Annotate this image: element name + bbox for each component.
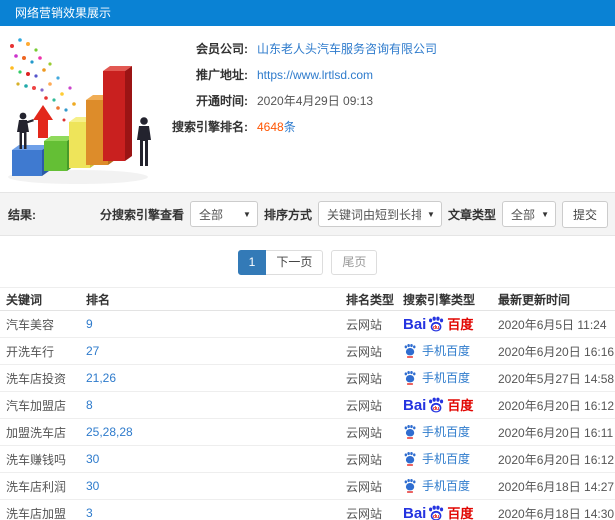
keyword-cell: 汽车美容 [0,310,80,338]
mobile-baidu-logo: 手机百度 [403,477,470,494]
table-row: 洗车店加盟 3 云网站 Bai du 百度 2020年6月18日 14:30 [0,499,615,520]
header-engine-type: 搜索引擎类型 [397,287,492,311]
keyword-cell: 洗车赚钱吗 [0,445,80,473]
rank-type-cell: 云网站 [340,310,397,338]
updated-cell: 2020年6月18日 14:30 [492,499,615,520]
header-rank-type: 排名类型 [340,287,397,311]
promo-url-link[interactable]: https://www.lrtlsd.com [257,62,373,88]
updated-cell: 2020年5月27日 14:58 [492,364,615,392]
filter-bar: 结果: 分搜索引擎查看 全部 ▼ 排序方式 关键词由短到长排序 ▼ 文章类型 全… [0,192,615,236]
open-time-value: 2020年4月29日 09:13 [257,94,374,108]
keyword-table: 关键词 排名 排名类型 搜索引擎类型 最新更新时间 汽车美容 9 云网站 Bai… [0,287,615,520]
engine-filter-label: 分搜索引擎查看 [99,207,184,222]
table-row: 洗车赚钱吗 30 云网站 手机百度 2020年6月20日 16:12 [0,445,615,473]
updated-cell: 2020年6月18日 14:27 [492,472,615,500]
rank-link[interactable]: 8 [86,398,93,412]
updated-cell: 2020年6月20日 16:12 [492,445,615,473]
keyword-cell: 汽车加盟店 [0,391,80,419]
submit-button[interactable]: 提交 [561,200,608,228]
last-page-button[interactable]: 尾页 [331,250,378,275]
rank-type-cell: 云网站 [340,391,397,419]
rank-type-cell: 云网站 [340,472,397,500]
engine-rank-count: 4648 [257,120,284,134]
rank-type-cell: 云网站 [340,499,397,520]
rank-link[interactable]: 30 [86,452,99,466]
mobile-baidu-logo: 手机百度 [403,342,470,359]
svg-text:du: du [433,406,439,412]
member-company-row: 会员公司: 山东老人头汽车服务咨询有限公司 [162,36,615,62]
rank-type-cell: 云网站 [340,418,397,446]
member-company-link[interactable]: 山东老人头汽车服务咨询有限公司 [257,36,437,62]
table-row: 洗车店投资 21,26 云网站 手机百度 2020年5月27日 14:58 [0,364,615,392]
mobile-baidu-logo: 手机百度 [403,423,470,440]
table-row: 洗车店利润 30 云网站 手机百度 2020年6月18日 14:27 [0,472,615,500]
chevron-down-icon: ▼ [427,209,435,219]
table-row: 加盟洗车店 25,28,28 云网站 手机百度 2020年6月20日 16:11 [0,418,615,446]
table-row: 汽车美容 9 云网站 Bai du 百度 2020年6月5日 11:24 [0,310,615,338]
rank-link[interactable]: 25,28,28 [86,425,133,439]
next-page-button[interactable]: 下一页 [266,250,324,275]
sort-select[interactable]: 关键词由短到长排序 ▼ [317,201,442,227]
baidu-logo: Bai du 百度 [403,504,474,520]
company-info: 会员公司: 山东老人头汽车服务咨询有限公司 推广地址: https://www.… [162,26,615,140]
engine-rank-unit: 条 [283,120,296,134]
marketing-chart-illustration [0,28,185,190]
updated-cell: 2020年6月20日 16:11 [492,418,615,446]
keyword-cell: 洗车店利润 [0,472,80,500]
article-type-select[interactable]: 全部 ▼ [501,201,556,227]
table-header-row: 关键词 排名 排名类型 搜索引擎类型 最新更新时间 [0,287,615,311]
open-time-row: 开通时间: 2020年4月29日 09:13 [162,88,615,114]
keyword-cell: 洗车店投资 [0,364,80,392]
pagination: 1 下一页 尾页 [0,250,615,275]
summary-section: 会员公司: 山东老人头汽车服务咨询有限公司 推广地址: https://www.… [0,26,615,192]
mobile-baidu-logo: 手机百度 [403,450,470,467]
result-label: 结果: [8,207,36,222]
rank-link[interactable]: 9 [86,317,93,331]
engine-filter-select[interactable]: 全部 ▼ [189,201,258,227]
page-title: 网络营销效果展示 [15,6,112,20]
rank-type-cell: 云网站 [340,337,397,365]
chevron-down-icon: ▼ [243,209,251,219]
rank-type-cell: 云网站 [340,364,397,392]
baidu-logo: Bai du 百度 [403,315,474,333]
mobile-baidu-logo: 手机百度 [403,369,470,386]
rank-link[interactable]: 27 [86,344,99,358]
keyword-cell: 洗车店加盟 [0,499,80,520]
rank-link[interactable]: 21,26 [86,371,116,385]
sort-label: 排序方式 [263,207,312,222]
table-row: 开洗车行 27 云网站 手机百度 2020年6月20日 16:16 [0,337,615,365]
chevron-down-icon: ▼ [541,209,549,219]
keyword-cell: 开洗车行 [0,337,80,365]
updated-cell: 2020年6月5日 11:24 [492,310,615,338]
table-row: 汽车加盟店 8 云网站 Bai du 百度 2020年6月20日 16:12 [0,391,615,419]
header-keyword: 关键词 [0,287,80,311]
updated-cell: 2020年6月20日 16:12 [492,391,615,419]
page-1-button[interactable]: 1 [237,250,267,275]
header-rank: 排名 [80,287,340,311]
keyword-cell: 加盟洗车店 [0,418,80,446]
rank-type-cell: 云网站 [340,445,397,473]
baidu-logo: Bai du 百度 [403,396,474,414]
updated-cell: 2020年6月20日 16:16 [492,337,615,365]
header-updated: 最新更新时间 [492,287,615,311]
engine-rank-row: 搜索引擎排名: 4648条 [162,114,615,140]
page-header: 网络营销效果展示 [0,0,615,26]
promo-url-row: 推广地址: https://www.lrtlsd.com [162,62,615,88]
rank-link[interactable]: 3 [86,506,93,520]
article-type-label: 文章类型 [447,207,496,222]
keyword-table-body: 汽车美容 9 云网站 Bai du 百度 2020年6月5日 11:24 开洗车… [0,310,615,520]
svg-text:du: du [433,325,439,331]
rank-link[interactable]: 30 [86,479,99,493]
svg-text:du: du [433,514,439,520]
